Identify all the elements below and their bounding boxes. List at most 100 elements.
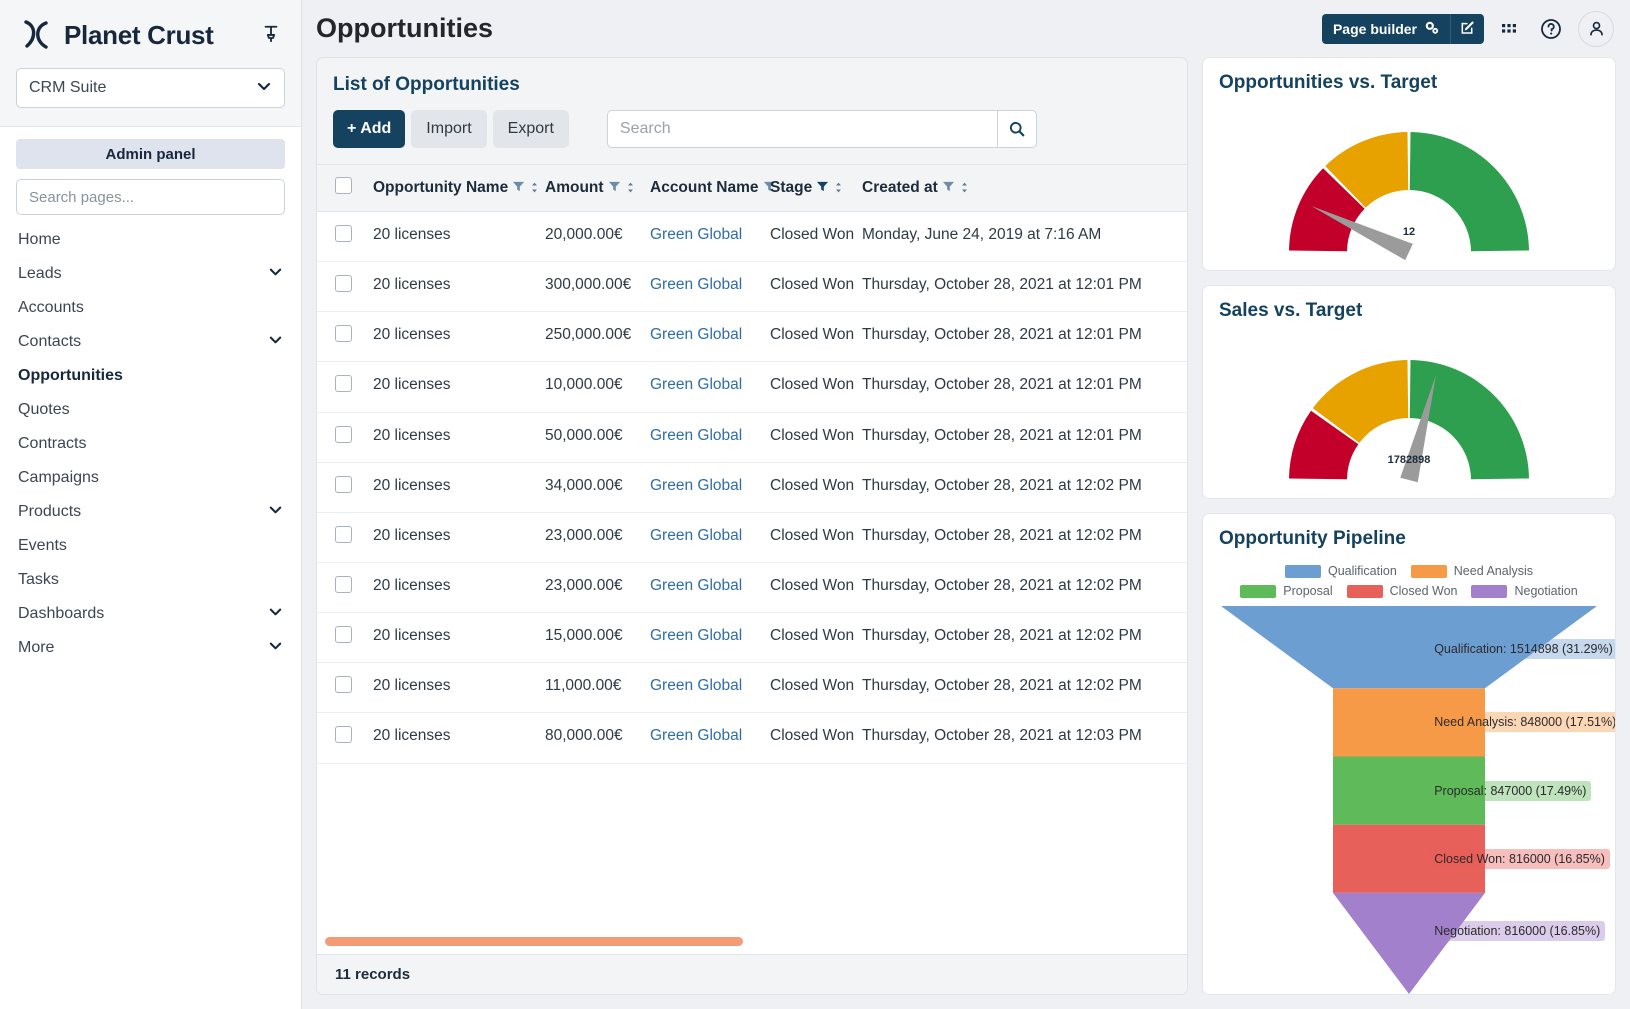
legend-label: Need Analysis <box>1454 564 1533 578</box>
table-head: Opportunity Name Amount Account Name Sta… <box>317 165 1187 212</box>
cell-amount: 10,000.00€ <box>545 362 650 412</box>
sort-icon[interactable] <box>959 179 970 197</box>
sidebar-item-more[interactable]: More <box>16 631 285 665</box>
account-link[interactable]: Green Global <box>650 627 742 644</box>
legend-item[interactable]: Need Analysis <box>1411 564 1533 578</box>
legend-item[interactable]: Qualification <box>1285 564 1397 578</box>
search-pages-input[interactable] <box>16 179 285 215</box>
table-row[interactable]: 20 licenses300,000.00€Green GlobalClosed… <box>317 262 1187 312</box>
table-row[interactable]: 20 licenses23,000.00€Green GlobalClosed … <box>317 512 1187 562</box>
row-checkbox[interactable] <box>335 426 352 443</box>
chevron-down-icon[interactable] <box>268 264 283 284</box>
table-row[interactable]: 20 licenses20,000.00€Green GlobalClosed … <box>317 212 1187 262</box>
funnel-segment-label: Need Analysis: 848000 (17.51%) <box>1424 712 1616 732</box>
row-checkbox[interactable] <box>335 576 352 593</box>
account-link[interactable]: Green Global <box>650 527 742 544</box>
funnel-label-text: Closed Won: 816000 (16.85%) <box>1431 849 1610 869</box>
sidebar-item-home[interactable]: Home <box>16 223 285 257</box>
horizontal-scrollbar[interactable] <box>325 937 1179 946</box>
sort-icon[interactable] <box>833 179 844 197</box>
account-link[interactable]: Green Global <box>650 427 742 444</box>
search-icon[interactable] <box>997 110 1037 148</box>
admin-panel-button[interactable]: Admin panel <box>16 139 285 169</box>
chevron-down-icon[interactable] <box>268 332 283 352</box>
sidebar-item-events[interactable]: Events <box>16 529 285 563</box>
column-header-created-at[interactable]: Created at <box>862 165 1187 212</box>
user-avatar-icon[interactable] <box>1578 11 1614 47</box>
table-row[interactable]: 20 licenses11,000.00€Green GlobalClosed … <box>317 663 1187 713</box>
filter-icon[interactable] <box>816 179 829 197</box>
import-button[interactable]: Import <box>411 110 486 148</box>
account-link[interactable]: Green Global <box>650 477 742 494</box>
account-link[interactable]: Green Global <box>650 677 742 694</box>
legend-item[interactable]: Negotiation <box>1471 584 1577 598</box>
row-select-cell <box>317 512 373 562</box>
row-checkbox[interactable] <box>335 726 352 743</box>
account-link[interactable]: Green Global <box>650 226 742 243</box>
table-row[interactable]: 20 licenses80,000.00€Green GlobalClosed … <box>317 713 1187 763</box>
row-checkbox[interactable] <box>335 225 352 242</box>
column-header-account-name[interactable]: Account Name <box>650 165 770 212</box>
column-header-stage[interactable]: Stage <box>770 165 862 212</box>
chevron-down-icon[interactable] <box>268 604 283 624</box>
filter-icon[interactable] <box>608 179 621 197</box>
suite-select[interactable]: CRM Suite <box>16 68 285 108</box>
table-row[interactable]: 20 licenses15,000.00€Green GlobalClosed … <box>317 613 1187 663</box>
sort-icon[interactable] <box>625 179 636 197</box>
column-label: Amount <box>545 179 604 197</box>
legend-item[interactable]: Proposal <box>1240 584 1332 598</box>
cell-opportunity-name: 20 licenses <box>373 512 545 562</box>
account-link[interactable]: Green Global <box>650 326 742 343</box>
filter-icon[interactable] <box>512 179 525 197</box>
table-row[interactable]: 20 licenses34,000.00€Green GlobalClosed … <box>317 462 1187 512</box>
horizontal-scrollbar-thumb[interactable] <box>325 937 743 946</box>
filter-icon[interactable] <box>942 179 955 197</box>
cell-stage: Closed Won <box>770 362 862 412</box>
sidebar-item-products[interactable]: Products <box>16 495 285 529</box>
search-input[interactable] <box>607 110 997 148</box>
question-circle-icon[interactable] <box>1534 12 1568 46</box>
table-row[interactable]: 20 licenses23,000.00€Green GlobalClosed … <box>317 562 1187 612</box>
row-checkbox[interactable] <box>335 626 352 643</box>
cell-created-at: Thursday, October 28, 2021 at 12:01 PM <box>862 262 1187 312</box>
table-row[interactable]: 20 licenses250,000.00€Green GlobalClosed… <box>317 312 1187 362</box>
table-row[interactable]: 20 licenses50,000.00€Green GlobalClosed … <box>317 412 1187 462</box>
sort-icon[interactable] <box>529 179 540 197</box>
chevron-down-icon[interactable] <box>268 502 283 522</box>
page-title: Opportunities <box>316 13 493 44</box>
sidebar-item-campaigns[interactable]: Campaigns <box>16 461 285 495</box>
page-builder-button[interactable]: Page builder <box>1322 14 1450 44</box>
export-button[interactable]: Export <box>493 110 569 148</box>
row-checkbox[interactable] <box>335 526 352 543</box>
sidebar-item-leads[interactable]: Leads <box>16 257 285 291</box>
column-header-opportunity-name[interactable]: Opportunity Name <box>373 165 545 212</box>
pin-icon[interactable] <box>261 24 283 46</box>
row-checkbox[interactable] <box>335 275 352 292</box>
legend-item[interactable]: Closed Won <box>1347 584 1458 598</box>
account-link[interactable]: Green Global <box>650 727 742 744</box>
column-header-amount[interactable]: Amount <box>545 165 650 212</box>
sidebar-item-contacts[interactable]: Contacts <box>16 325 285 359</box>
chevron-down-icon[interactable] <box>268 638 283 658</box>
sidebar-item-contracts[interactable]: Contracts <box>16 427 285 461</box>
row-checkbox[interactable] <box>335 325 352 342</box>
account-link[interactable]: Green Global <box>650 376 742 393</box>
account-link[interactable]: Green Global <box>650 577 742 594</box>
account-link[interactable]: Green Global <box>650 276 742 293</box>
select-all-checkbox[interactable] <box>335 177 352 194</box>
row-checkbox[interactable] <box>335 375 352 392</box>
add-button[interactable]: + Add <box>333 110 405 148</box>
row-checkbox[interactable] <box>335 676 352 693</box>
sidebar-item-tasks[interactable]: Tasks <box>16 563 285 597</box>
grid-apps-icon[interactable] <box>1492 12 1526 46</box>
sidebar-item-accounts[interactable]: Accounts <box>16 291 285 325</box>
sales-vs-target-widget: Sales vs. Target 1782898 <box>1202 285 1616 499</box>
suite-select-value: CRM Suite <box>29 79 106 97</box>
table-row[interactable]: 20 licenses10,000.00€Green GlobalClosed … <box>317 362 1187 412</box>
sidebar-item-opportunities[interactable]: Opportunities <box>16 359 285 393</box>
page-edit-button[interactable] <box>1450 14 1484 44</box>
sidebar-item-quotes[interactable]: Quotes <box>16 393 285 427</box>
cell-amount: 11,000.00€ <box>545 663 650 713</box>
row-checkbox[interactable] <box>335 476 352 493</box>
sidebar-item-dashboards[interactable]: Dashboards <box>16 597 285 631</box>
